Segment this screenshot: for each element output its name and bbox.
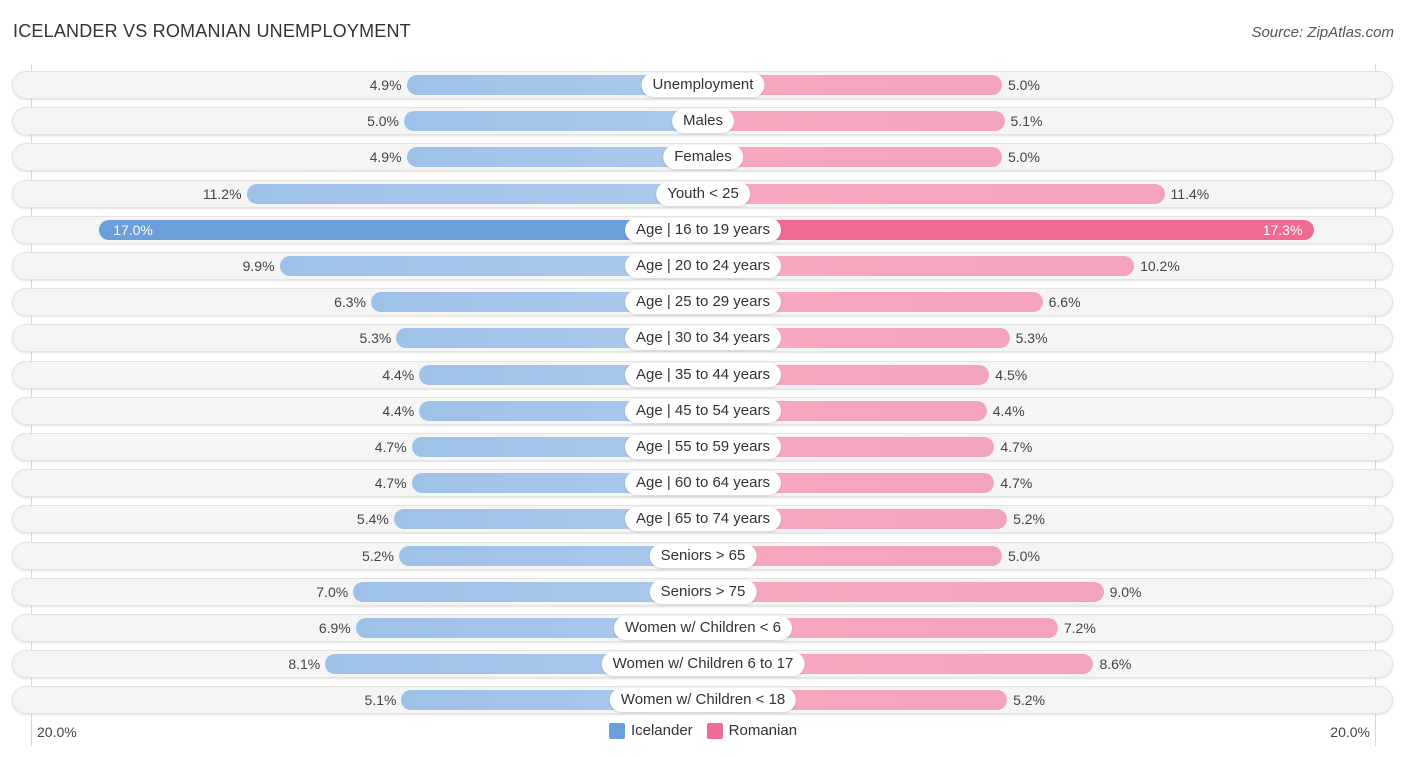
value-label-icelander: 5.0% [367, 113, 399, 129]
value-label-icelander: 4.7% [374, 475, 407, 491]
category-label: Age | 55 to 59 years [625, 435, 781, 459]
category-label: Males [671, 109, 735, 133]
value-label-icelander: 5.2% [362, 548, 394, 564]
value-label-icelander: 11.2% [202, 186, 242, 202]
category-label: Women w/ Children < 6 [613, 616, 793, 640]
category-label: Age | 16 to 19 years [625, 218, 781, 242]
category-label: Seniors > 65 [649, 544, 757, 568]
category-label: Age | 65 to 74 years [625, 507, 781, 531]
category-label: Females [663, 145, 743, 169]
value-label-icelander: 7.0% [316, 584, 349, 600]
value-label-romanian: 5.0% [1008, 149, 1040, 165]
bar-romanian[interactable] [703, 147, 1002, 167]
value-label-icelander: 9.9% [242, 258, 275, 274]
bar-icelander[interactable] [246, 184, 703, 204]
legend-swatch-icelander [608, 722, 625, 739]
value-label-romanian: 5.0% [1008, 548, 1040, 564]
value-label-icelander: 5.1% [364, 692, 397, 708]
category-label: Age | 60 to 64 years [625, 471, 781, 495]
value-label-romanian: 4.5% [995, 367, 1028, 383]
category-label: Age | 20 to 24 years [625, 254, 781, 278]
value-label-icelander: 4.4% [382, 367, 415, 383]
category-label: Seniors > 75 [649, 580, 757, 604]
value-label-romanian: 4.7% [1000, 475, 1033, 491]
chart-rows: 4.9% 5.0% Unemployment 5.0% 5.1% Males 4.9% 5.0… [0, 0, 1406, 757]
category-label: Women w/ Children < 18 [609, 688, 797, 712]
bar-romanian[interactable] [703, 184, 1165, 204]
value-label-romanian: 7.2% [1063, 620, 1096, 636]
value-label-romanian: 9.0% [1109, 584, 1142, 600]
category-label: Youth < 25 [656, 182, 750, 206]
value-label-romanian: 10.2% [1140, 258, 1180, 274]
category-label: Age | 30 to 34 years [625, 326, 781, 350]
value-label-romanian: 5.3% [1015, 330, 1048, 346]
value-label-romanian: 8.6% [1099, 656, 1132, 672]
value-label-romanian: 6.6% [1048, 294, 1081, 310]
bar-romanian[interactable] [703, 220, 1315, 240]
category-label: Women w/ Children 6 to 17 [601, 652, 805, 676]
bar-icelander[interactable] [99, 220, 703, 240]
value-label-romanian: 5.2% [1013, 692, 1045, 708]
bar-icelander[interactable] [404, 111, 703, 131]
value-label-romanian: 5.2% [1013, 511, 1045, 527]
value-label-romanian: 5.1% [1010, 113, 1043, 129]
value-label-icelander: 6.3% [334, 294, 366, 310]
value-label-icelander: 6.9% [318, 620, 351, 636]
value-label-romanian: 4.7% [1000, 439, 1033, 455]
value-label-icelander: 5.4% [356, 511, 389, 527]
value-label-icelander: 4.9% [369, 77, 402, 93]
value-label-icelander: 17.0% [113, 222, 153, 238]
legend-swatch-romanian [706, 722, 723, 739]
value-label-romanian: 5.0% [1008, 77, 1040, 93]
legend-item-icelander[interactable]: Icelander [608, 722, 693, 739]
bar-romanian[interactable] [703, 111, 1005, 131]
value-label-icelander: 4.9% [369, 149, 402, 165]
category-label: Unemployment [641, 73, 765, 97]
value-label-icelander: 4.7% [374, 439, 407, 455]
bar-icelander[interactable] [406, 147, 703, 167]
value-label-icelander: 5.3% [359, 330, 392, 346]
legend-label-romanian: Romanian [728, 722, 798, 739]
legend-item-romanian[interactable]: Romanian [706, 722, 798, 739]
value-label-icelander: 8.1% [288, 656, 321, 672]
legend: Icelander Romanian [0, 722, 1406, 739]
category-label: Age | 45 to 54 years [625, 399, 781, 423]
category-label: Age | 25 to 29 years [625, 290, 781, 314]
value-label-romanian: 17.3% [1262, 222, 1303, 238]
value-label-icelander: 4.4% [382, 403, 415, 419]
legend-label-icelander: Icelander [630, 722, 693, 739]
bar-romanian[interactable] [703, 582, 1104, 602]
category-label: Age | 35 to 44 years [625, 363, 781, 387]
value-label-romanian: 4.4% [992, 403, 1025, 419]
value-label-romanian: 11.4% [1170, 186, 1210, 202]
